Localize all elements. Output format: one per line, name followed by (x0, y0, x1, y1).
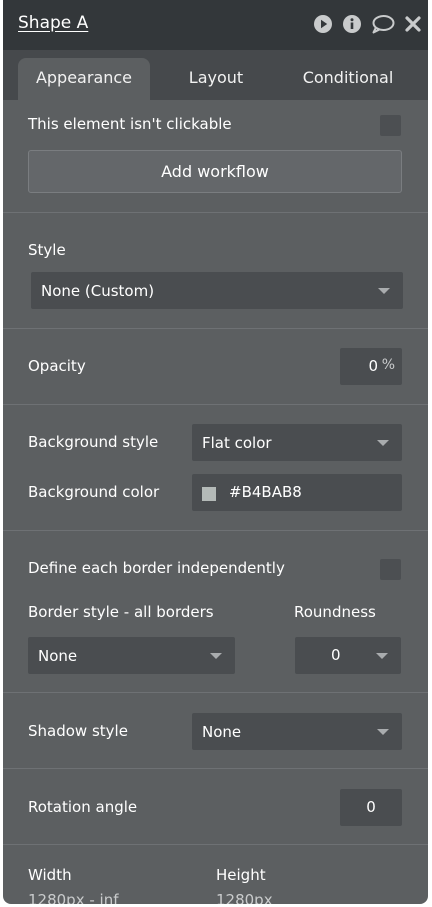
chevron-down-icon (377, 728, 389, 735)
border-style-value: None (38, 646, 78, 665)
width-value[interactable]: 1280px - inf (28, 891, 118, 904)
clickable-label: This element isn't clickable (28, 115, 232, 133)
play-icon[interactable] (313, 14, 333, 34)
background-style-dropdown[interactable]: Flat color (192, 424, 402, 461)
border-independent-label: Define each border independently (28, 559, 285, 577)
info-icon[interactable] (342, 14, 362, 34)
property-editor-panel: Shape A Appearance Layout Conditional Th… (3, 0, 428, 904)
border-style-label: Border style - all borders (28, 603, 214, 621)
tab-appearance[interactable]: Appearance (18, 58, 150, 100)
divider (3, 212, 428, 213)
style-label: Style (28, 241, 66, 259)
element-name-title[interactable]: Shape A (18, 13, 88, 33)
rotation-angle-value: 0 (366, 798, 376, 816)
close-icon[interactable] (404, 15, 422, 33)
shadow-style-label: Shadow style (28, 722, 128, 740)
height-value[interactable]: 1280px (216, 891, 273, 904)
chevron-down-icon (378, 287, 390, 294)
comment-icon[interactable] (371, 14, 395, 34)
background-color-value: #B4BAB8 (229, 483, 302, 501)
border-independent-checkbox[interactable] (380, 559, 401, 580)
roundness-label: Roundness (294, 603, 376, 621)
style-dropdown[interactable]: None (Custom) (31, 272, 403, 309)
divider (3, 768, 428, 769)
chevron-down-icon (377, 439, 389, 446)
opacity-input[interactable]: 0 % (340, 348, 402, 385)
height-label: Height (216, 866, 266, 884)
shadow-style-dropdown[interactable]: None (192, 713, 402, 750)
background-style-label: Background style (28, 433, 159, 451)
title-bar: Shape A (3, 0, 428, 50)
background-style-value: Flat color (202, 433, 272, 452)
rotation-angle-label: Rotation angle (28, 798, 138, 816)
style-dropdown-value: None (Custom) (41, 281, 155, 300)
color-swatch[interactable] (202, 487, 216, 501)
background-color-input[interactable]: #B4BAB8 (192, 474, 402, 511)
roundness-dropdown[interactable]: 0 (295, 637, 401, 674)
title-bar-icons (313, 14, 422, 34)
clickable-checkbox[interactable] (380, 115, 401, 136)
divider (3, 328, 428, 329)
divider (3, 404, 428, 405)
width-label: Width (28, 866, 72, 884)
background-color-label: Background color (28, 483, 160, 501)
opacity-unit: % (381, 357, 395, 373)
tab-layout[interactable]: Layout (151, 58, 281, 100)
tab-conditional[interactable]: Conditional (283, 58, 413, 100)
border-style-dropdown[interactable]: None (28, 637, 235, 674)
divider (3, 530, 428, 531)
add-workflow-button[interactable]: Add workflow (28, 150, 402, 193)
opacity-label: Opacity (28, 357, 86, 375)
divider (3, 692, 428, 693)
opacity-value: 0 (368, 357, 378, 375)
divider (3, 844, 428, 845)
shadow-style-value: None (202, 722, 242, 741)
roundness-value: 0 (331, 646, 341, 664)
chevron-down-icon (376, 652, 388, 659)
tab-strip: Appearance Layout Conditional (3, 50, 428, 100)
chevron-down-icon (210, 652, 222, 659)
rotation-angle-input[interactable]: 0 (340, 789, 402, 826)
